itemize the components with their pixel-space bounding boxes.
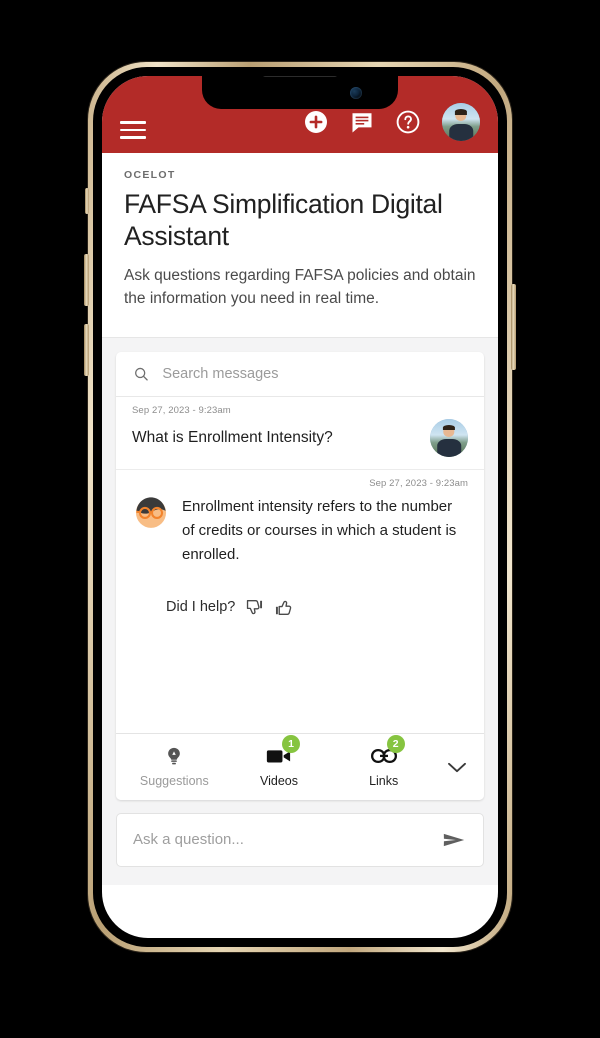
composer-bar: [116, 812, 484, 867]
hamburger-menu-icon[interactable]: [120, 121, 146, 139]
add-icon[interactable]: [304, 110, 328, 134]
tab-icon-wrap: [157, 744, 191, 768]
phone-volume-up-button[interactable]: [84, 254, 89, 306]
phone-device-frame: OCELOT FAFSA Simplification Digital Assi…: [84, 62, 516, 952]
collapse-panel-button[interactable]: [436, 757, 478, 774]
phone-mute-switch[interactable]: [85, 188, 89, 214]
intro-section: OCELOT FAFSA Simplification Digital Assi…: [102, 153, 498, 338]
phone-volume-down-button[interactable]: [84, 324, 89, 376]
resource-tabstrip: Suggestions 1 Videos 2 Links: [116, 732, 484, 800]
message-item-user: Sep 27, 2023 - 9:23am What is Enrollment…: [116, 397, 484, 470]
avatar-body: [449, 123, 473, 141]
message-item-bot: Sep 27, 2023 - 9:23am Enrollment intensi…: [116, 470, 484, 572]
search-input[interactable]: [162, 365, 467, 382]
lightbulb-icon: [168, 747, 181, 764]
chat-icon[interactable]: [350, 110, 374, 134]
tab-label: Suggestions: [139, 773, 209, 788]
tab-suggestions[interactable]: Suggestions: [122, 744, 227, 788]
chat-card: Sep 27, 2023 - 9:23am What is Enrollment…: [116, 351, 484, 800]
feedback-label: Did I help?: [166, 599, 236, 616]
page-title: FAFSA Simplification Digital Assistant: [124, 189, 443, 252]
message-timestamp: Sep 27, 2023 - 9:23am: [132, 404, 231, 416]
thumbs-down-icon[interactable]: [245, 598, 264, 617]
earpiece-speaker: [262, 76, 338, 77]
page-subtitle: Ask questions regarding FAFSA policies a…: [124, 267, 476, 308]
tab-label: Videos: [260, 773, 298, 788]
ask-question-input[interactable]: [133, 831, 431, 849]
message-list: Sep 27, 2023 - 9:23am What is Enrollment…: [116, 397, 484, 733]
badge-links: 2: [386, 734, 405, 753]
composer-area: [102, 799, 498, 885]
brand-eyebrow: OCELOT: [124, 169, 176, 181]
message-user-avatar: [430, 418, 468, 457]
search-icon: [135, 367, 148, 381]
avatar[interactable]: [442, 103, 480, 141]
thumbs-up-icon[interactable]: [274, 598, 293, 617]
send-icon[interactable]: [441, 827, 467, 853]
phone-power-button[interactable]: [511, 284, 516, 370]
message-body: Enrollment intensity refers to the numbe…: [132, 493, 468, 568]
phone-notch: [202, 76, 398, 109]
avatar-hair: [442, 425, 456, 431]
avatar-body: [437, 439, 461, 457]
front-camera-icon: [350, 87, 362, 99]
phone-screen: OCELOT FAFSA Simplification Digital Assi…: [102, 76, 498, 938]
tab-icon-wrap: 1: [262, 734, 300, 768]
badge-videos: 1: [282, 734, 300, 753]
avatar-hair: [454, 109, 468, 115]
message-body: What is Enrollment Intensity?: [132, 418, 468, 457]
tab-links[interactable]: 2 Links: [331, 734, 436, 788]
help-icon[interactable]: [396, 110, 420, 134]
bot-avatar-icon: [135, 496, 167, 528]
tab-icon-wrap: 2: [367, 734, 405, 768]
message-timestamp: Sep 27, 2023 - 9:23am: [369, 477, 468, 489]
chevron-down-icon: [448, 762, 466, 773]
search-messages-row[interactable]: [116, 352, 484, 397]
tab-label: Links: [369, 773, 399, 788]
phone-bezel: OCELOT FAFSA Simplification Digital Assi…: [93, 67, 507, 947]
message-text: Enrollment intensity refers to the numbe…: [182, 497, 457, 564]
message-text: What is Enrollment Intensity?: [132, 428, 333, 446]
tab-videos[interactable]: 1 Videos: [227, 734, 332, 788]
feedback-row: Did I help?: [116, 572, 484, 617]
screenshot-stage: OCELOT FAFSA Simplification Digital Assi…: [0, 0, 600, 1038]
chat-panel: Sep 27, 2023 - 9:23am What is Enrollment…: [102, 337, 498, 800]
